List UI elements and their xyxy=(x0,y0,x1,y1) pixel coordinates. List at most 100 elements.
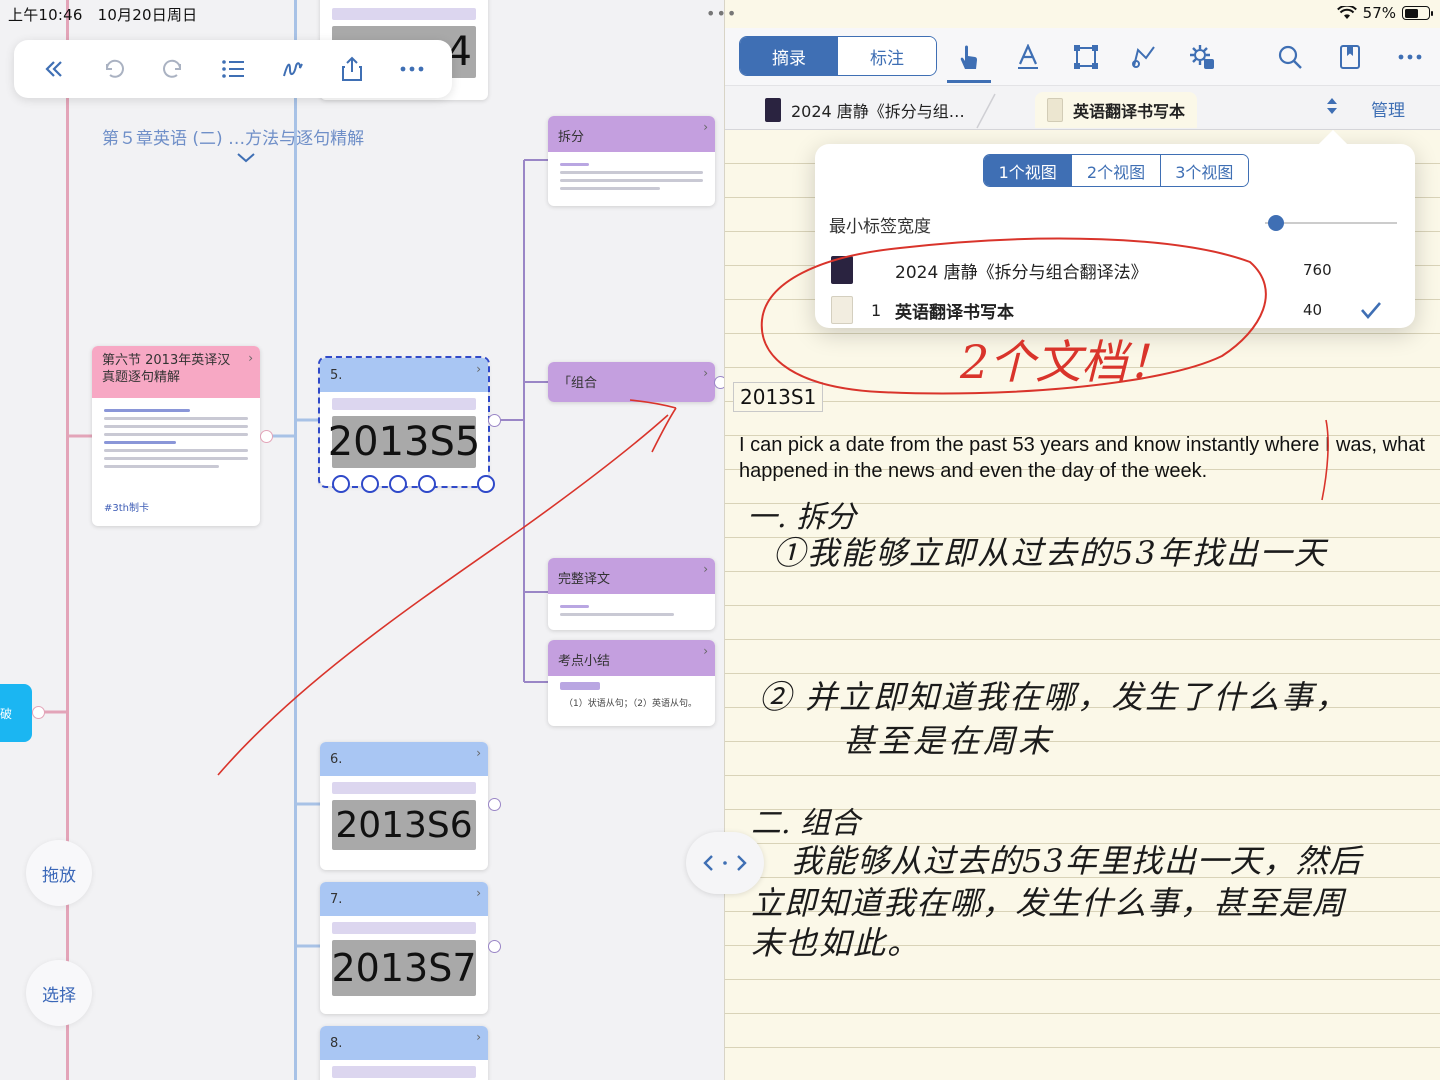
tab-textbook[interactable]: 2024 唐静《拆分与组… xyxy=(765,92,965,128)
card-code: 2013S6 xyxy=(332,800,476,850)
side-node[interactable]: 破 xyxy=(0,684,32,742)
collapse-toggle[interactable] xyxy=(488,798,501,811)
collapse-toggle[interactable] xyxy=(714,376,724,389)
mindmap-card-6[interactable]: 6. › 2013S6 xyxy=(320,742,488,870)
lasso-icon[interactable] xyxy=(1127,40,1161,74)
bookmark-book-icon[interactable] xyxy=(1333,40,1367,74)
excerpt-tab[interactable]: 摘录 xyxy=(740,37,838,75)
two-view-option[interactable]: 2个视图 xyxy=(1072,155,1161,186)
mindmap-card-7[interactable]: 7. › 2013S7 xyxy=(320,882,488,1014)
notebook-pane[interactable]: 摘录 标注 2024 唐静《拆分与组… 英语翻译书写本 管理 2013S1 I … xyxy=(724,0,1440,1080)
tab-notebook[interactable]: 英语翻译书写本 xyxy=(1035,92,1198,128)
collapse-toggle[interactable] xyxy=(260,430,273,443)
search-icon[interactable] xyxy=(1273,40,1307,74)
mindmap-pane[interactable]: 4 第５章英语 (二) …方法与逐句精解 第六节 2013年英译汉真题逐句精解 … xyxy=(0,0,724,1080)
redo-icon[interactable] xyxy=(153,49,193,89)
section-card-title: 第六节 2013年英译汉真题逐句精解 › xyxy=(92,346,260,398)
slider-knob[interactable] xyxy=(1268,215,1284,231)
checkmark-icon xyxy=(1361,302,1381,319)
mode-segmented-control: 摘录 标注 xyxy=(739,36,937,76)
chevron-right-icon: › xyxy=(476,746,481,760)
handwriting-line: ①我能够立即从过去的53年找出一天 xyxy=(773,534,1328,572)
settings-gear-icon[interactable] xyxy=(1185,40,1219,74)
battery-percent: 57% xyxy=(1362,4,1396,22)
document-name: 2024 唐静《拆分与组合翻译法》 xyxy=(895,262,1148,283)
mindmap-card-selected[interactable]: 5. › 2013S5 xyxy=(318,356,490,488)
mindmap-toolbar xyxy=(14,40,452,98)
drag-button[interactable]: 拖放 xyxy=(26,840,92,906)
branch-card-combine[interactable]: 「组合 › xyxy=(548,362,715,402)
branch-card-split[interactable]: 拆分 › xyxy=(548,116,715,206)
document-count: 40 xyxy=(1303,301,1323,319)
tab-label: 2024 唐静《拆分与组… xyxy=(791,102,965,121)
card-number: 6. xyxy=(330,752,343,767)
battery-icon xyxy=(1402,6,1433,20)
card-preview xyxy=(548,152,715,201)
status-date: 10月20日周日 xyxy=(97,6,198,24)
outline-list-icon[interactable] xyxy=(213,49,253,89)
pane-splitter[interactable] xyxy=(686,832,764,894)
document-thumbnail xyxy=(831,296,853,324)
resize-handle-icon[interactable] xyxy=(477,475,495,493)
collapse-toggle[interactable] xyxy=(488,414,501,427)
chevron-right-icon: › xyxy=(703,120,708,134)
branch-title: 拆分 xyxy=(558,130,585,145)
chevron-right-icon: › xyxy=(703,366,708,380)
share-icon[interactable] xyxy=(332,49,372,89)
sort-arrows-icon[interactable] xyxy=(1325,96,1339,116)
branch-title: 完整译文 xyxy=(558,572,611,587)
branch-card-summary[interactable]: 考点小结 › （1）状语从句；（2）英语从句。 xyxy=(548,640,715,726)
min-tab-width-slider[interactable] xyxy=(1265,222,1397,224)
chevron-right-icon: › xyxy=(703,644,708,658)
select-button[interactable]: 选择 xyxy=(26,960,92,1026)
card-code: 2013S7 xyxy=(332,940,477,996)
handwriting-line: 甚至是在周末 xyxy=(843,722,1054,760)
chevron-down-icon[interactable] xyxy=(236,152,256,164)
rectangle-select-icon[interactable] xyxy=(1069,40,1103,74)
undo-icon[interactable] xyxy=(94,49,134,89)
view-options-popover: 1个视图 2个视图 3个视图 最小标签宽度 2024 唐静《拆分与组合翻译法》 … xyxy=(815,144,1415,328)
card-tag[interactable]: #3th制卡 xyxy=(104,499,149,514)
one-view-option[interactable]: 1个视图 xyxy=(984,155,1073,186)
handwriting-line: 末也如此。 xyxy=(751,924,922,962)
group-icon[interactable] xyxy=(389,475,407,493)
side-node-label: 破 xyxy=(0,706,13,721)
collapse-toggle[interactable] xyxy=(488,940,501,953)
more-icon[interactable] xyxy=(392,49,432,89)
handwriting-pen-icon[interactable] xyxy=(273,49,313,89)
chevron-right-icon: › xyxy=(476,1030,481,1044)
branch-card-full-translation[interactable]: 完整译文 › xyxy=(548,558,715,630)
chevron-right-icon: › xyxy=(476,362,481,376)
branch-title: 考点小结 xyxy=(558,654,611,669)
mindmap-card-8[interactable]: 8. › xyxy=(320,1026,488,1080)
summary-text: （1）状语从句；（2）英语从句。 xyxy=(564,699,697,709)
three-view-option[interactable]: 3个视图 xyxy=(1160,155,1248,186)
collapse-left-icon[interactable] xyxy=(34,49,74,89)
annotate-tab[interactable]: 标注 xyxy=(838,37,936,75)
section-card[interactable]: 第六节 2013年英译汉真题逐句精解 › #3th制卡 xyxy=(92,346,260,526)
chevron-right-icon: › xyxy=(703,562,708,576)
card-preview xyxy=(548,594,715,627)
section-card-title-text: 第六节 2013年英译汉真题逐句精解 xyxy=(102,353,231,385)
link-icon[interactable] xyxy=(361,475,379,493)
document-row[interactable]: 1 英语翻译书写本 40 xyxy=(815,290,1415,330)
text-tool-icon[interactable] xyxy=(1011,40,1045,74)
section-card-preview xyxy=(92,398,260,479)
chapter-title[interactable]: 第５章英语 (二) …方法与逐句精解 xyxy=(102,124,364,149)
card-code: 2013S5 xyxy=(328,416,480,468)
multitask-dots-icon[interactable]: ••• xyxy=(706,4,737,23)
handwriting-line: ② 并立即知道我在哪，发生了什么事， xyxy=(759,678,1350,716)
more-icon[interactable] xyxy=(1393,40,1427,74)
manage-button[interactable]: 管理 xyxy=(1371,96,1405,121)
card-number: 7. xyxy=(330,892,343,907)
branch-title: 「组合 xyxy=(558,376,598,391)
document-row[interactable]: 2024 唐静《拆分与组合翻译法》 760 xyxy=(815,250,1415,290)
branch-icon[interactable] xyxy=(418,475,436,493)
document-thumbnail xyxy=(765,98,781,122)
status-time: 上午10:46 xyxy=(8,6,83,24)
comment-icon[interactable] xyxy=(332,475,350,493)
document-thumbnail xyxy=(831,256,853,284)
collapse-toggle[interactable] xyxy=(32,706,45,719)
card-number: 5. xyxy=(330,368,343,383)
hand-pointer-icon[interactable] xyxy=(951,40,985,74)
